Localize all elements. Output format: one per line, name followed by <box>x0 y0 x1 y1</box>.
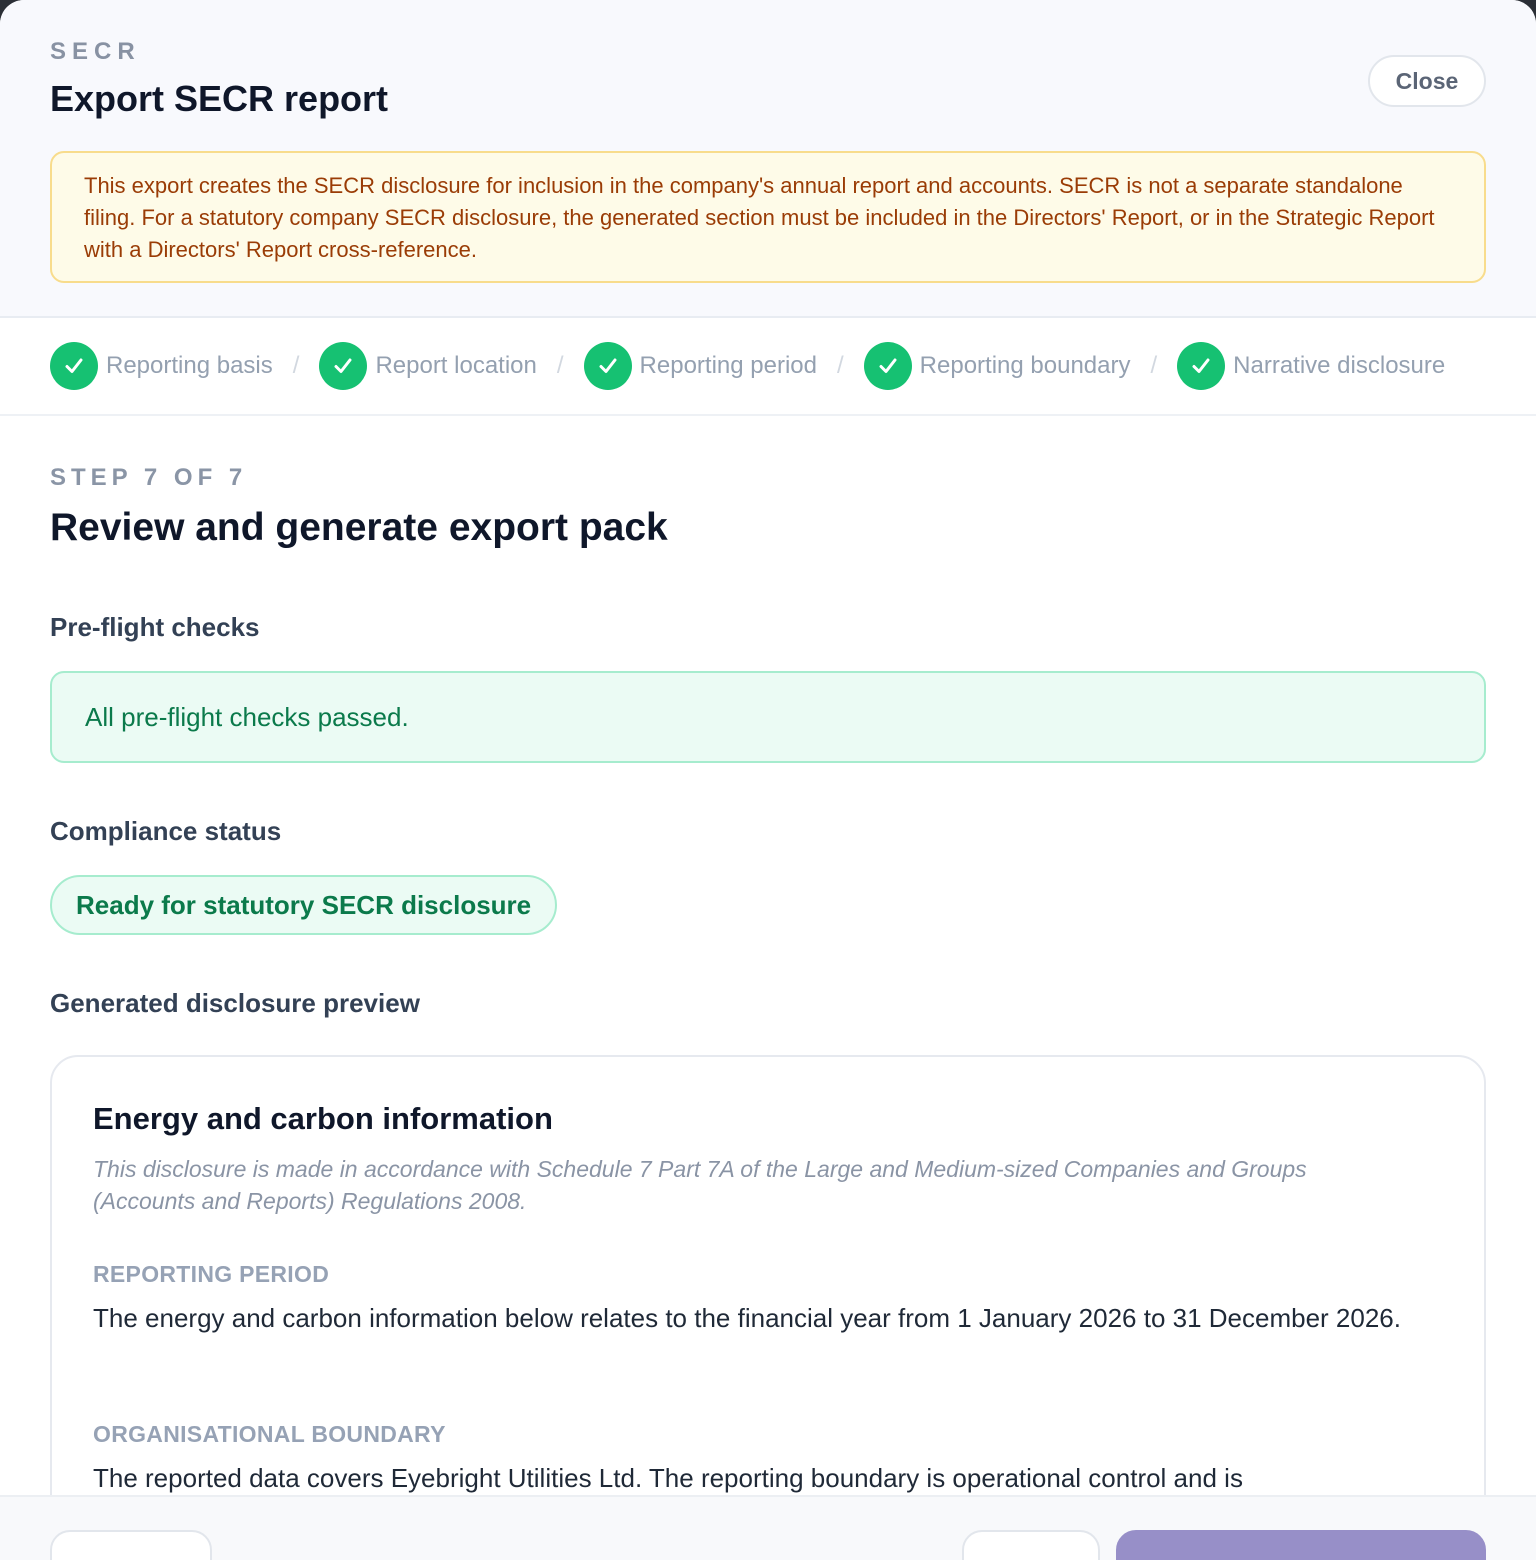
step-separator: / <box>837 352 844 379</box>
modal-footer <box>0 1495 1536 1560</box>
checkmark-icon <box>319 342 368 390</box>
preflight-success-message: All pre-flight checks passed. <box>50 671 1486 763</box>
checkmark-icon <box>583 342 632 390</box>
close-button[interactable]: Close <box>1368 55 1486 107</box>
reporting-period-label: REPORTING PERIOD <box>93 1261 330 1287</box>
modal-header: SECR Export SECR report Close This expor… <box>0 0 1536 318</box>
modal-eyebrow: SECR <box>50 38 141 65</box>
stepper: Reporting basis / Report location / Reportin… <box>0 318 1536 416</box>
preflight-heading: Pre-flight checks <box>50 612 260 642</box>
step-title: Review and generate export pack <box>50 506 668 549</box>
stepper-track: Reporting basis / Report location / Reportin… <box>50 318 1486 414</box>
step-label: Reporting basis <box>106 352 273 379</box>
step-item[interactable]: Narrative disclosure <box>1177 342 1445 390</box>
back-button[interactable] <box>50 1530 212 1560</box>
step-label: Reporting boundary <box>919 352 1131 379</box>
disclosure-preview: Energy and carbon information This discl… <box>50 1055 1486 1560</box>
preview-regulation-note: This disclosure is made in accordance wi… <box>93 1156 1307 1214</box>
step-separator: / <box>1150 352 1158 379</box>
reporting-period-text: The energy and carbon information below … <box>93 1303 1401 1333</box>
secondary-button[interactable] <box>962 1530 1100 1560</box>
step-counter: STEP 7 OF 7 <box>50 464 248 491</box>
compliance-status-badge: Ready for statutory SECR disclosure <box>50 875 558 935</box>
boundary-text: The reported data covers Eyebright Utili… <box>93 1463 1243 1493</box>
export-modal: SECR Export SECR report Close This expor… <box>0 0 1536 1560</box>
step-item[interactable]: Reporting period <box>583 342 817 390</box>
step-label: Reporting period <box>639 352 817 379</box>
step-item[interactable]: Report location <box>319 342 537 390</box>
checkmark-icon <box>1177 342 1226 390</box>
generate-export-button[interactable] <box>1116 1530 1486 1560</box>
step-label: Report location <box>375 352 537 379</box>
checkmark-icon <box>50 342 98 390</box>
step-item[interactable]: Reporting basis <box>50 342 273 390</box>
preview-heading: Generated disclosure preview <box>50 988 420 1018</box>
step-item[interactable]: Reporting boundary <box>863 342 1131 390</box>
checkmark-icon <box>863 342 912 390</box>
step-separator: / <box>292 352 300 379</box>
secr-notice: This export creates the SECR disclosure … <box>50 151 1486 283</box>
step-separator: / <box>556 352 564 379</box>
step-label: Narrative disclosure <box>1233 352 1446 379</box>
compliance-heading: Compliance status <box>50 816 282 846</box>
boundary-label: ORGANISATIONAL BOUNDARY <box>93 1421 446 1447</box>
preview-title: Energy and carbon information <box>93 1101 553 1136</box>
modal-title: Export SECR report <box>50 78 389 119</box>
